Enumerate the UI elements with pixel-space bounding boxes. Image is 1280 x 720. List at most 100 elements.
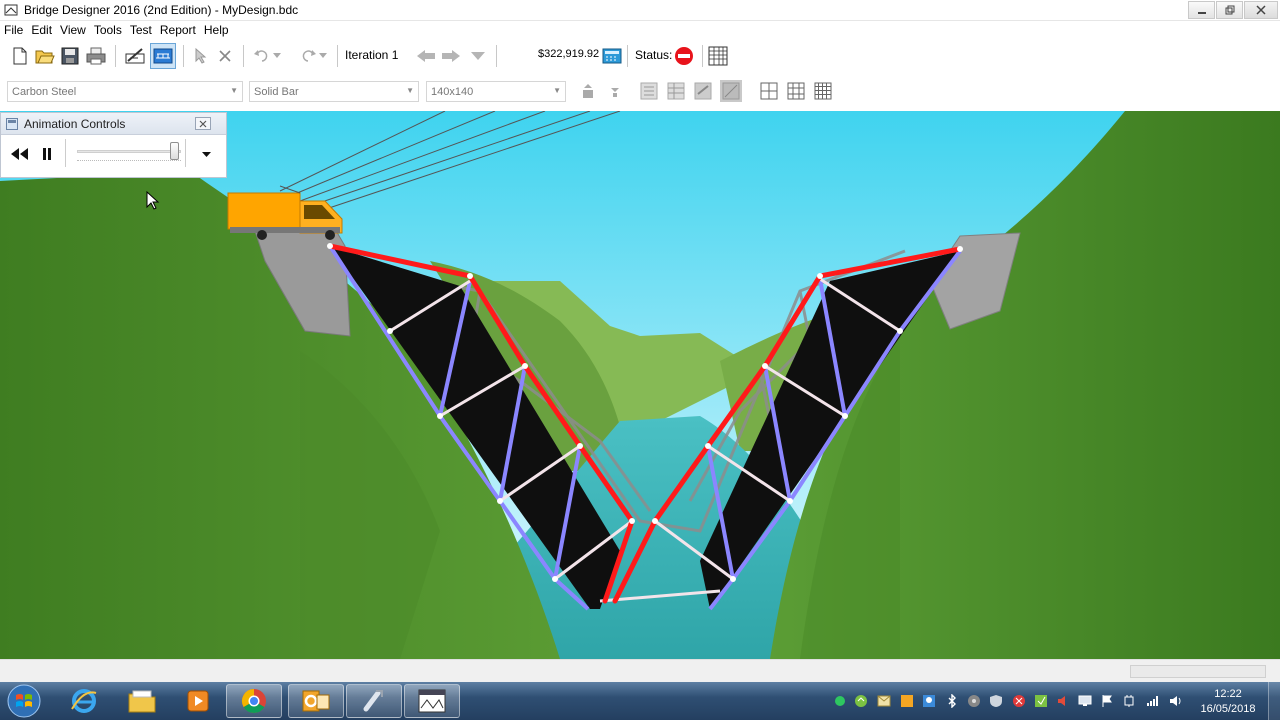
member-list-button[interactable] — [638, 80, 660, 102]
iteration-list-dropdown[interactable] — [467, 45, 489, 67]
taskbar-internet-explorer[interactable] — [56, 684, 112, 718]
taskbar-chrome[interactable] — [226, 684, 282, 718]
slider-thumb[interactable] — [170, 142, 179, 160]
member-graph-button[interactable] — [720, 80, 742, 102]
calculator-icon — [602, 48, 622, 64]
taskbar-bridge-designer-launcher[interactable] — [346, 684, 402, 718]
mouse-cursor-icon — [146, 191, 160, 210]
increase-size-button[interactable] — [577, 80, 599, 102]
slider-track — [77, 150, 181, 153]
bridge-3d-viewport[interactable] — [0, 111, 1280, 659]
tray-mail-icon[interactable] — [877, 694, 891, 708]
show-desktop-button[interactable] — [1268, 682, 1280, 720]
drawing-board-button[interactable] — [124, 45, 146, 67]
menu-file[interactable]: File — [0, 21, 27, 39]
toolbar-separator — [337, 45, 338, 67]
medium-grid-button[interactable] — [785, 80, 807, 102]
material-select[interactable]: Carbon Steel ▼ — [7, 81, 243, 102]
folder-icon — [128, 690, 156, 713]
save-disk-icon — [61, 47, 79, 65]
tray-power-icon[interactable] — [1122, 694, 1136, 708]
tray-shield-icon[interactable] — [989, 694, 1003, 708]
taskbar-outlook[interactable] — [288, 684, 344, 718]
member-properties-toolbar: Carbon Steel ▼ Solid Bar ▼ 140x140 ▼ — [0, 71, 1280, 111]
tray-bluetooth-icon[interactable] — [945, 694, 959, 708]
redo-dropdown[interactable] — [317, 45, 329, 67]
menu-report[interactable]: Report — [156, 21, 200, 39]
open-button[interactable] — [34, 45, 56, 67]
taskbar-media-player[interactable] — [170, 684, 226, 718]
close-icon — [199, 120, 207, 127]
arrow-left-icon — [417, 50, 435, 62]
cross-section-select[interactable]: Solid Bar ▼ — [249, 81, 419, 102]
menu-edit[interactable]: Edit — [27, 21, 56, 39]
drawing-board-icon — [125, 48, 145, 64]
close-button[interactable] — [1244, 1, 1278, 19]
load-test-report-button[interactable] — [707, 45, 729, 67]
tray-sync-icon[interactable] — [854, 694, 868, 708]
save-button[interactable] — [59, 45, 81, 67]
minimize-button[interactable] — [1188, 1, 1215, 19]
cost-report-button[interactable] — [601, 45, 623, 67]
member-details-button[interactable] — [692, 80, 714, 102]
print-button[interactable] — [85, 45, 107, 67]
tray-network-tool-icon[interactable] — [967, 694, 981, 708]
taskbar-clock[interactable]: 12:22 16/05/2018 — [1196, 687, 1260, 717]
increase-size-icon — [583, 84, 593, 98]
undo-dropdown[interactable] — [271, 45, 283, 67]
new-document-icon — [13, 47, 27, 65]
taskbar-bridge-designer-window[interactable] — [404, 684, 460, 718]
new-document-button[interactable] — [9, 45, 31, 67]
clock-date: 16/05/2018 — [1200, 703, 1256, 715]
animation-options-dropdown[interactable] — [197, 147, 215, 163]
member-table-icon — [667, 82, 685, 100]
menu-bar: File Edit View Tools Test Report Help — [0, 21, 1280, 39]
tray-security-icon[interactable] — [1012, 694, 1026, 708]
tray-signal-icon[interactable] — [1146, 694, 1160, 708]
coarse-grid-button[interactable] — [758, 80, 780, 102]
arrow-right-icon — [442, 50, 460, 62]
tray-volume-icon[interactable] — [1169, 694, 1183, 708]
decrease-size-button[interactable] — [604, 80, 626, 102]
fine-grid-button[interactable] — [812, 80, 834, 102]
flag-icon — [1102, 695, 1112, 707]
pause-button[interactable] — [37, 143, 57, 165]
security-alert-icon — [1013, 695, 1025, 707]
tray-contacts-icon[interactable] — [922, 694, 936, 708]
chevron-down-icon: ▼ — [406, 86, 414, 95]
tray-audio-icon[interactable] — [1056, 694, 1070, 708]
menu-tools[interactable]: Tools — [90, 21, 126, 39]
decrease-size-icon — [611, 88, 619, 97]
menu-help[interactable]: Help — [200, 21, 233, 39]
select-tool-button[interactable] — [190, 45, 212, 67]
tray-display-icon[interactable] — [1078, 694, 1092, 708]
slider-ticks — [77, 160, 181, 161]
next-iteration-button[interactable] — [440, 45, 462, 67]
maximize-button[interactable] — [1216, 1, 1243, 19]
undo-button[interactable] — [251, 45, 273, 67]
tray-status-icon[interactable] — [833, 694, 847, 708]
cost-display: $322,919.92 — [538, 48, 600, 60]
animation-controls-close-button[interactable] — [195, 117, 211, 130]
bridge-test-icon — [153, 48, 173, 64]
previous-iteration-button[interactable] — [415, 45, 437, 67]
taskbar-file-explorer[interactable] — [114, 684, 170, 718]
member-details-icon — [694, 82, 712, 100]
menu-test[interactable]: Test — [126, 21, 156, 39]
menu-view[interactable]: View — [56, 21, 90, 39]
stop-icon — [675, 47, 693, 65]
rewind-button[interactable] — [7, 143, 31, 165]
signal-bars-icon — [1147, 696, 1158, 706]
redo-button[interactable] — [297, 45, 319, 67]
delete-button[interactable] — [214, 45, 236, 67]
tray-action-center-icon[interactable] — [1100, 694, 1114, 708]
start-button[interactable] — [6, 683, 42, 719]
tray-update-icon[interactable] — [1034, 694, 1048, 708]
member-size-select[interactable]: 140x140 ▼ — [426, 81, 566, 102]
load-test-button[interactable] — [150, 43, 176, 69]
animation-speed-slider[interactable] — [75, 142, 185, 166]
member-table-button[interactable] — [665, 80, 687, 102]
material-select-value: Carbon Steel — [12, 86, 77, 98]
bridge-designer-icon — [418, 689, 446, 713]
tray-app-icon[interactable] — [900, 694, 914, 708]
